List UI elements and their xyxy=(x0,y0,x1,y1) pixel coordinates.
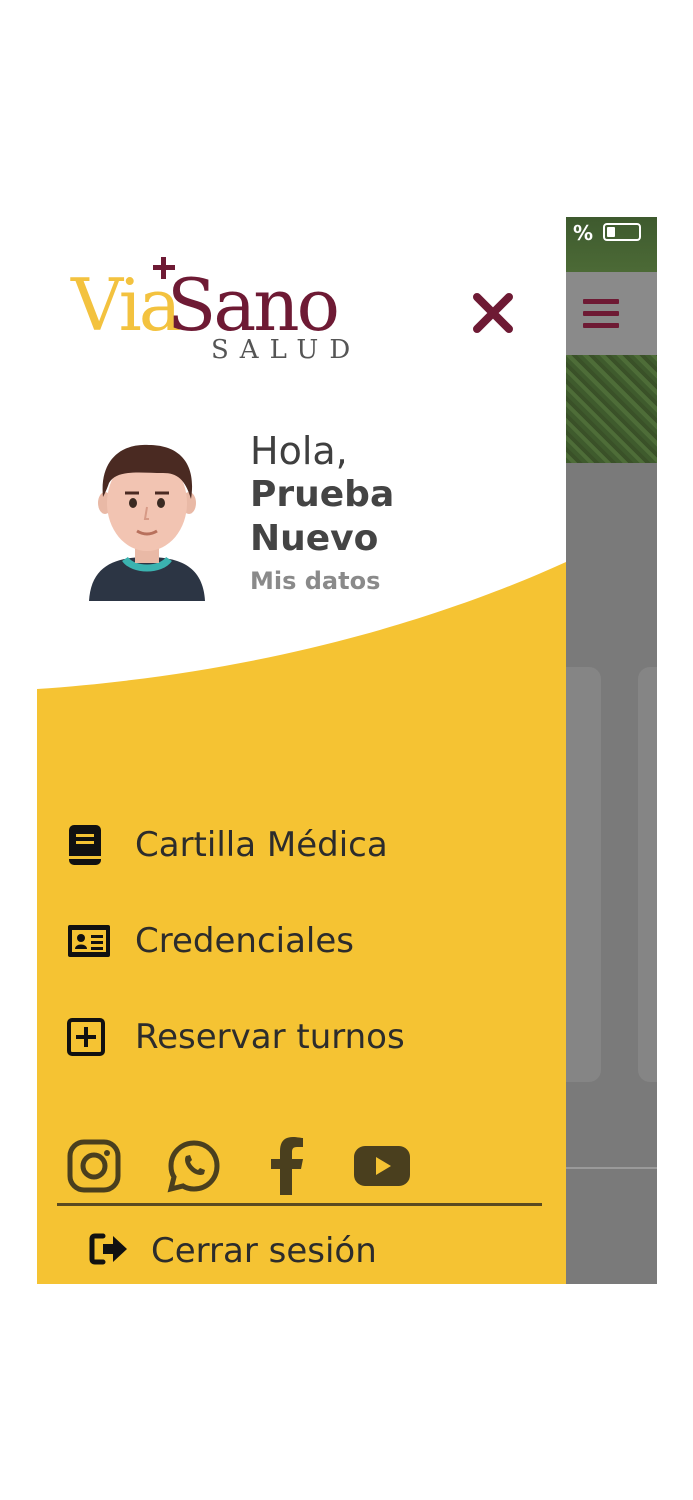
menu-item-reservar-turnos[interactable]: Reservar turnos xyxy=(67,989,405,1085)
battery-icon xyxy=(603,223,641,241)
sign-out-icon xyxy=(89,1232,129,1270)
user-first-name: Prueba xyxy=(250,474,395,515)
plus-square-icon xyxy=(67,1018,117,1056)
menu-item-cartilla-medica[interactable]: Cartilla Médica xyxy=(67,797,405,893)
facebook-icon[interactable] xyxy=(267,1137,307,1195)
menu-item-label: Cartilla Médica xyxy=(135,825,388,865)
id-card-icon xyxy=(67,924,117,958)
hamburger-icon[interactable] xyxy=(583,299,619,329)
side-drawer: Via Sano SALUD Hola, Prueba Nuevo Mis da… xyxy=(37,217,566,1284)
logout-label: Cerrar sesión xyxy=(151,1231,377,1271)
drawer-menu: Cartilla Médica Credenciales Reservar tu… xyxy=(67,797,405,1085)
user-last-name: Nuevo xyxy=(250,518,379,559)
background-card xyxy=(638,667,657,1082)
background-divider xyxy=(566,1167,657,1169)
close-drawer-button[interactable] xyxy=(469,289,517,337)
phone-screen: % Via Sano SALUD Hola, Prueba Nuevo Mis … xyxy=(37,217,657,1284)
youtube-icon[interactable] xyxy=(353,1145,411,1187)
logout-button[interactable]: Cerrar sesión xyxy=(89,1231,377,1271)
social-divider xyxy=(57,1203,542,1206)
menu-item-label: Reservar turnos xyxy=(135,1017,405,1057)
app-logo: Via Sano SALUD xyxy=(71,257,350,372)
my-data-link[interactable]: Mis datos xyxy=(250,567,394,595)
instagram-icon[interactable] xyxy=(67,1139,121,1193)
book-icon xyxy=(67,824,117,866)
close-icon xyxy=(473,293,513,333)
social-links xyxy=(67,1137,457,1195)
whatsapp-icon[interactable] xyxy=(167,1139,221,1193)
background-banner-image xyxy=(566,355,657,463)
menu-item-label: Credenciales xyxy=(135,921,354,961)
avatar xyxy=(89,444,205,601)
battery-percent-text: % xyxy=(573,221,594,245)
background-card xyxy=(566,667,601,1082)
greeting-text: Hola, xyxy=(250,429,348,473)
user-greeting: Hola, Prueba Nuevo Mis datos xyxy=(250,429,394,595)
logo-salud-text: SALUD xyxy=(211,335,362,365)
menu-item-credenciales[interactable]: Credenciales xyxy=(67,893,405,989)
